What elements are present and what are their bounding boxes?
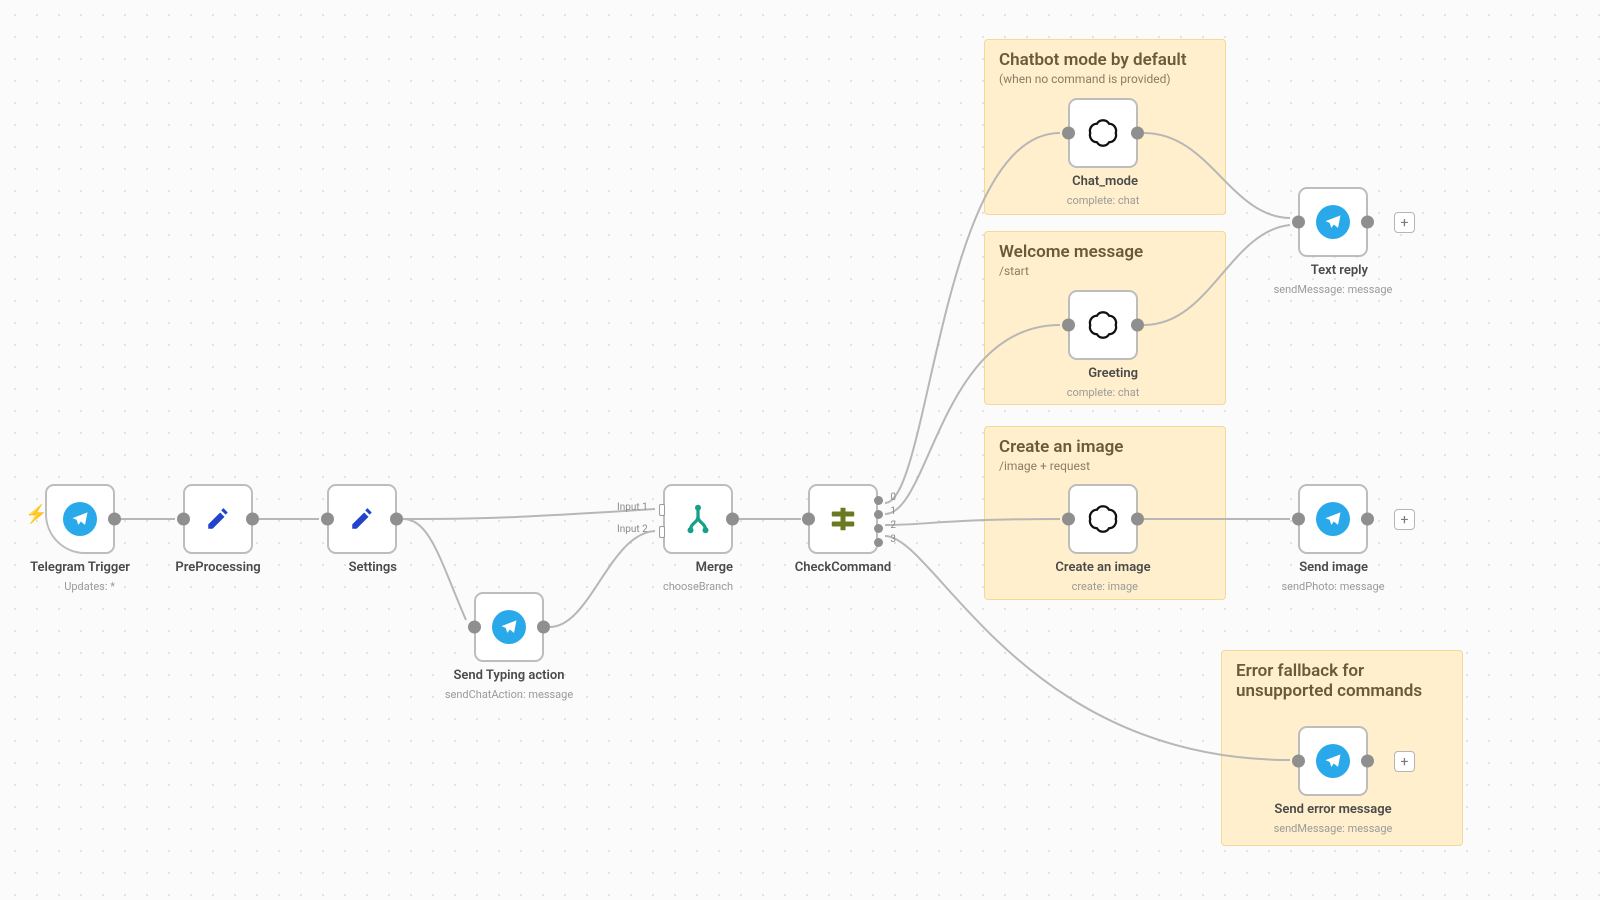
node-text-reply[interactable]: Text reply sendMessage: message <box>1298 187 1368 297</box>
telegram-icon <box>63 502 97 536</box>
add-node-button[interactable]: + <box>1394 212 1415 233</box>
node-telegram-trigger[interactable]: Telegram Trigger Updates: * <box>45 484 115 594</box>
node-send-typing[interactable]: Send Typing action sendChatAction: messa… <box>474 592 544 702</box>
node-checkcommand[interactable]: 0 1 2 3 CheckCommand <box>808 484 878 575</box>
telegram-icon <box>1316 744 1350 778</box>
add-node-button[interactable]: + <box>1394 751 1415 772</box>
merge-icon <box>683 504 713 534</box>
node-greeting[interactable]: Greeting complete: chat <box>1068 290 1138 400</box>
telegram-icon <box>1316 502 1350 536</box>
workflow-canvas[interactable]: Chatbot mode by default (when no command… <box>0 0 1600 900</box>
sticky-title: Create an image <box>999 437 1211 457</box>
sticky-title: Chatbot mode by default <box>999 50 1211 70</box>
openai-icon <box>1086 308 1120 342</box>
node-send-error[interactable]: Send error message sendMessage: message <box>1298 726 1368 836</box>
node-send-image[interactable]: Send image sendPhoto: message <box>1298 484 1368 594</box>
node-create-image[interactable]: Create an image create: image <box>1068 484 1138 594</box>
edit-icon <box>349 506 375 532</box>
telegram-icon <box>1316 205 1350 239</box>
openai-icon <box>1086 116 1120 150</box>
sticky-title: Error fallback for unsupported commands <box>1236 661 1448 701</box>
switch-icon <box>828 504 858 534</box>
sticky-subtitle: (when no command is provided) <box>999 72 1211 86</box>
telegram-icon <box>492 610 526 644</box>
node-settings[interactable]: Settings <box>327 484 397 575</box>
add-node-button[interactable]: + <box>1394 509 1415 530</box>
sticky-subtitle: /image + request <box>999 459 1211 473</box>
node-preprocessing[interactable]: PreProcessing <box>183 484 253 575</box>
node-merge[interactable]: Input 1 Input 2 Merge chooseBranch <box>663 484 733 594</box>
edit-icon <box>205 506 231 532</box>
sticky-title: Welcome message <box>999 242 1211 262</box>
openai-icon <box>1086 502 1120 536</box>
sticky-subtitle: /start <box>999 264 1211 278</box>
node-chat-mode[interactable]: Chat_mode complete: chat <box>1068 98 1138 208</box>
